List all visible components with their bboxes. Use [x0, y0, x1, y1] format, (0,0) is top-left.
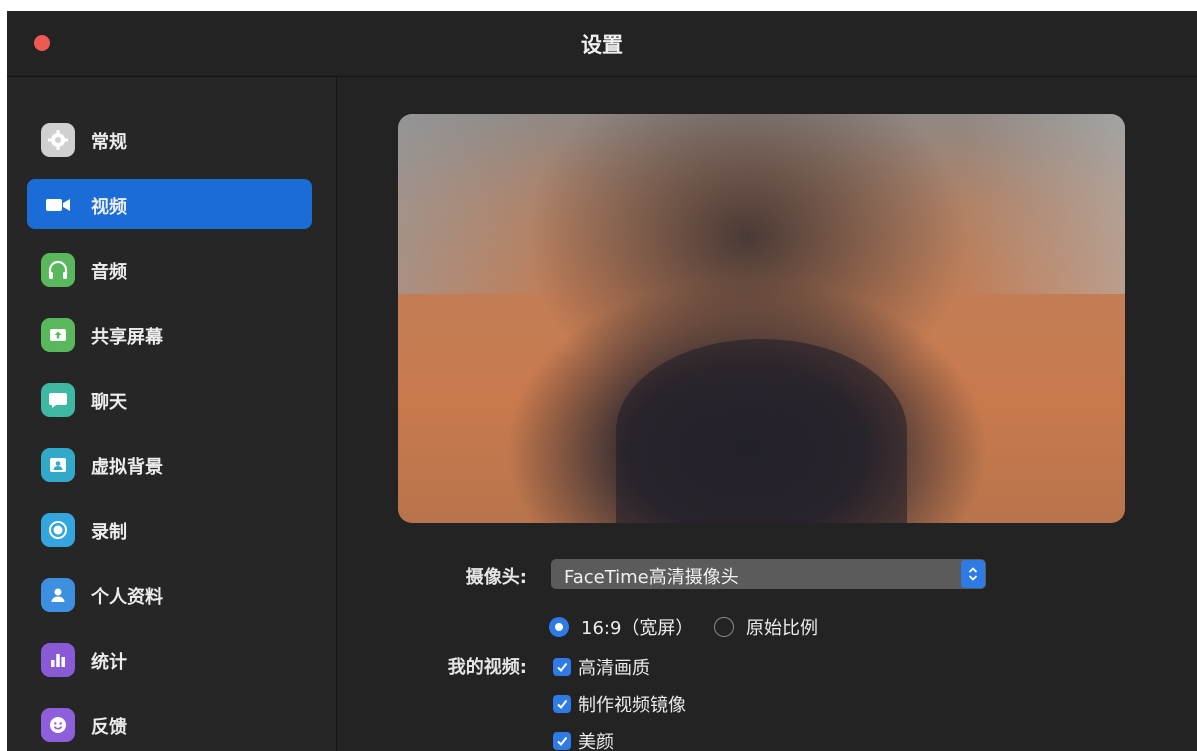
hd-quality-checkbox[interactable]: 高清画质 [553, 654, 650, 680]
window-title: 设置 [581, 33, 623, 57]
sidebar-item-label: 虚拟背景 [91, 457, 163, 478]
sidebar-item-video[interactable]: 视频 [27, 179, 312, 229]
sidebar-item-label: 录制 [91, 522, 127, 543]
mirror-video-checkbox[interactable]: 制作视频镜像 [553, 691, 686, 717]
record-icon [41, 513, 75, 547]
camera-preview [398, 114, 1125, 523]
sidebar-item-label: 音频 [91, 262, 127, 283]
checkmark-icon [553, 695, 571, 713]
sidebar-item-statistics[interactable]: 统计 [27, 634, 312, 684]
statistics-icon [41, 643, 75, 677]
title-bar: 设置 [7, 11, 1197, 77]
sidebar-item-chat[interactable]: 聊天 [27, 374, 312, 424]
camera-select[interactable]: FaceTime高清摄像头 [551, 559, 986, 589]
sidebar-item-label: 常规 [91, 132, 127, 153]
virtual-background-icon [41, 448, 75, 482]
sidebar-item-feedback[interactable]: 反馈 [27, 699, 312, 749]
sidebar-item-virtual-background[interactable]: 虚拟背景 [27, 439, 312, 489]
aspect-16-9-label: 16:9（宽屏） [581, 618, 694, 639]
beauty-checkbox[interactable]: 美颜 [553, 728, 614, 751]
sidebar-item-share-screen[interactable]: 共享屏幕 [27, 309, 312, 359]
checkmark-icon [553, 732, 571, 750]
video-camera-icon [41, 188, 75, 222]
chevron-up-down-icon [961, 560, 985, 588]
settings-sidebar: 常规 视频 音频 共享屏幕 聊天 虚拟背景 录制 个人资料 统计 反馈 [7, 77, 337, 751]
camera-select-value: FaceTime高清摄像头 [564, 567, 739, 588]
headphones-icon [41, 253, 75, 287]
sidebar-item-label: 统计 [91, 652, 127, 673]
sidebar-item-label: 个人资料 [91, 587, 163, 608]
beauty-label: 美颜 [578, 732, 614, 751]
chat-bubble-icon [41, 383, 75, 417]
aspect-original-option[interactable]: 原始比例 [714, 614, 818, 640]
settings-window: 设置 常规 视频 音频 共享屏幕 聊天 虚拟背景 录制 个人资料 统计 反馈 摄… [7, 11, 1197, 751]
feedback-icon [41, 708, 75, 742]
hd-quality-label: 高清画质 [578, 658, 650, 679]
radio-unselected-icon [714, 617, 734, 637]
aspect-16-9-option[interactable]: 16:9（宽屏） [549, 614, 693, 640]
sidebar-item-audio[interactable]: 音频 [27, 244, 312, 294]
sidebar-item-general[interactable]: 常规 [27, 114, 312, 164]
sidebar-item-profile[interactable]: 个人资料 [27, 569, 312, 619]
checkmark-icon [553, 658, 571, 676]
sidebar-item-recording[interactable]: 录制 [27, 504, 312, 554]
sidebar-item-label: 聊天 [91, 392, 127, 413]
video-settings-panel: 摄像头: FaceTime高清摄像头 16:9（宽屏） 原始比例 我的视频: 高… [337, 77, 1197, 751]
radio-selected-icon [549, 617, 569, 637]
share-screen-icon [41, 318, 75, 352]
my-video-label: 我的视频: [447, 657, 527, 678]
mirror-video-label: 制作视频镜像 [578, 695, 686, 716]
sidebar-item-label: 视频 [91, 197, 127, 218]
sidebar-item-label: 反馈 [91, 717, 127, 738]
aspect-original-label: 原始比例 [746, 618, 818, 639]
camera-label: 摄像头: [465, 567, 527, 588]
gear-icon [41, 123, 75, 157]
profile-icon [41, 578, 75, 612]
sidebar-item-label: 共享屏幕 [91, 327, 163, 348]
